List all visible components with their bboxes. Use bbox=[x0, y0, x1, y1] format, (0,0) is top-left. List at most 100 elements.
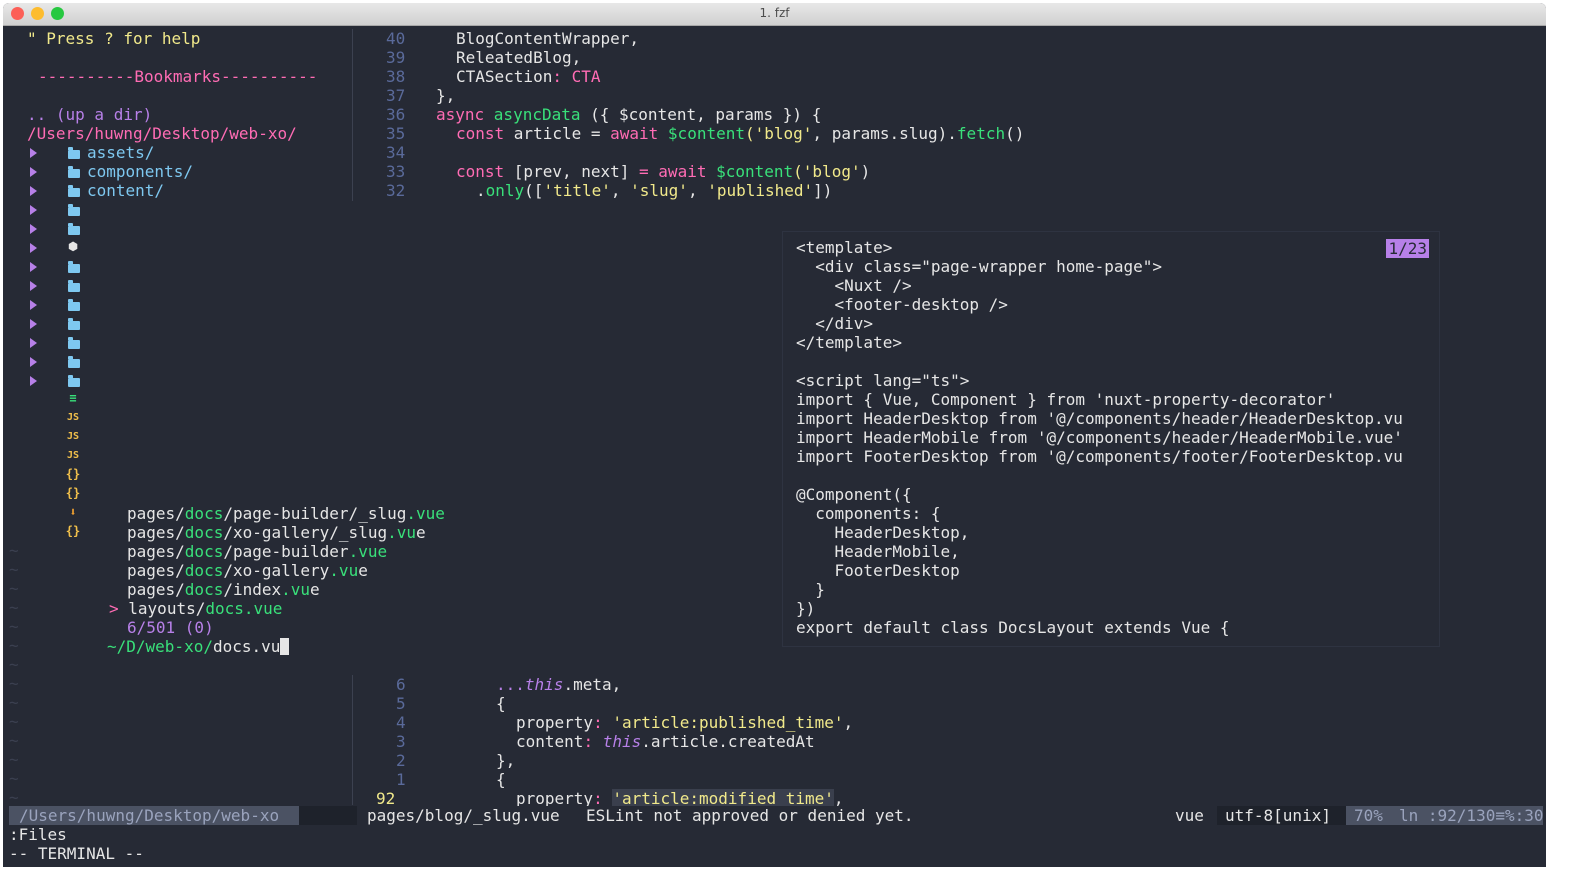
folder-icon bbox=[68, 375, 80, 387]
empty-line-marker: ~ bbox=[9, 731, 19, 750]
json-file-icon: {} bbox=[65, 524, 81, 538]
preview-line: </div> bbox=[796, 314, 874, 333]
nerdtree-folder-assets[interactable]: assets/ bbox=[87, 143, 154, 162]
expand-arrow-icon[interactable] bbox=[30, 186, 37, 196]
nerdtree-root[interactable]: /Users/huwng/Desktop/web-xo/ bbox=[27, 124, 297, 143]
empty-line-marker: ~ bbox=[9, 617, 19, 636]
fzf-query: docs.vu bbox=[212, 637, 281, 656]
code-line: ReleatedBlog, bbox=[456, 48, 582, 67]
preview-line: import HeaderDesktop from '@/components/… bbox=[796, 409, 1403, 428]
code-line: BlogContentWrapper, bbox=[456, 29, 640, 48]
split-divider[interactable] bbox=[352, 675, 353, 805]
expand-arrow-icon[interactable] bbox=[30, 281, 37, 291]
expand-arrow-icon[interactable] bbox=[30, 205, 37, 215]
fzf-result[interactable]: pages/docs/xo-gallery.vue bbox=[127, 561, 368, 580]
fzf-result[interactable]: pages/docs/xo-gallery/_slug.vue bbox=[127, 523, 426, 542]
nerdtree-folder-content[interactable]: content/ bbox=[87, 181, 164, 200]
preview-line: HeaderMobile, bbox=[796, 542, 960, 561]
empty-line-marker: ~ bbox=[9, 541, 19, 560]
code-line: }, bbox=[436, 86, 456, 105]
fzf-result[interactable]: pages/docs/page-builder.vue bbox=[127, 542, 387, 561]
split-divider[interactable] bbox=[352, 29, 353, 201]
fzf-count: 6/501 (0) bbox=[127, 618, 214, 637]
preview-position-badge: 1/23 bbox=[1386, 239, 1429, 258]
code-line: CTASection: CTA bbox=[456, 67, 601, 86]
expand-arrow-icon[interactable] bbox=[30, 148, 37, 158]
fzf-selected-result[interactable]: > layouts/docs.vue bbox=[109, 599, 282, 618]
fzf-result[interactable]: pages/docs/index.vue bbox=[127, 580, 320, 599]
fzf-result[interactable]: pages/docs/page-builder/_slug.vue bbox=[127, 504, 445, 523]
code-line: const [prev, next] = await $content('blo… bbox=[456, 162, 871, 181]
preview-line: <div class="page-wrapper home-page"> bbox=[796, 257, 1163, 276]
js-file-icon: JS bbox=[66, 431, 80, 442]
folder-icon bbox=[68, 204, 80, 216]
code-line: async asyncData ({ $content, params }) { bbox=[436, 105, 822, 124]
folder-icon bbox=[68, 280, 80, 292]
expand-arrow-icon[interactable] bbox=[30, 262, 37, 272]
expand-arrow-icon[interactable] bbox=[30, 338, 37, 348]
status-encoding: utf-8[unix] bbox=[1225, 806, 1331, 825]
line-number: 34 bbox=[386, 143, 406, 162]
mode-indicator: -- TERMINAL -- bbox=[9, 844, 144, 863]
preview-line: } bbox=[796, 580, 825, 599]
line-number: 2 bbox=[396, 751, 406, 770]
status-position: ln :92/130≡%:30 bbox=[1399, 806, 1544, 825]
command-line[interactable]: :Files bbox=[9, 825, 67, 844]
expand-arrow-icon[interactable] bbox=[30, 300, 37, 310]
json-file-icon: {} bbox=[65, 467, 81, 481]
empty-line-marker: ~ bbox=[9, 579, 19, 598]
folder-icon bbox=[68, 337, 80, 349]
preview-line: @Component({ bbox=[796, 485, 912, 504]
expand-arrow-icon[interactable] bbox=[30, 376, 37, 386]
preview-line: <template> bbox=[796, 238, 893, 257]
empty-line-marker: ~ bbox=[9, 788, 19, 807]
preview-line: <footer-desktop /> bbox=[796, 295, 1008, 314]
status-cwd: /Users/huwng/Desktop/web-xo bbox=[19, 806, 280, 825]
folder-icon bbox=[68, 166, 80, 178]
preview-line: components: { bbox=[796, 504, 941, 523]
nerdtree-help: " Press ? for help bbox=[27, 29, 201, 48]
js-file-icon: JS bbox=[66, 412, 80, 423]
folder-icon bbox=[68, 356, 80, 368]
nerdtree-folder-components[interactable]: components/ bbox=[87, 162, 193, 181]
expand-arrow-icon[interactable] bbox=[30, 167, 37, 177]
preview-line: }) bbox=[796, 599, 816, 618]
line-number: 35 bbox=[386, 124, 406, 143]
code-line: { bbox=[496, 770, 506, 789]
line-number: 36 bbox=[386, 105, 406, 124]
code-line: .only(['title', 'slug', 'published']) bbox=[476, 181, 833, 200]
line-number: 4 bbox=[396, 713, 406, 732]
line-number: 33 bbox=[386, 162, 406, 181]
code-line: ...this.meta, bbox=[496, 675, 622, 694]
preview-line: import { Vue, Component } from 'nuxt-pro… bbox=[796, 390, 1336, 409]
preview-line: import FooterDesktop from '@/components/… bbox=[796, 447, 1403, 466]
line-number: 39 bbox=[386, 48, 406, 67]
expand-arrow-icon[interactable] bbox=[30, 357, 37, 367]
code-line: { bbox=[496, 694, 506, 713]
expand-arrow-icon[interactable] bbox=[30, 319, 37, 329]
empty-line-marker: ~ bbox=[9, 769, 19, 788]
line-number: 32 bbox=[386, 181, 406, 200]
nerdtree-bookmarks-header: ----------Bookmarks---------- bbox=[38, 67, 318, 86]
empty-line-marker: ~ bbox=[9, 636, 19, 655]
nerdtree-up-dir[interactable]: .. (up a dir) bbox=[27, 105, 152, 124]
node-modules-icon: ⬢ bbox=[68, 240, 78, 253]
expand-arrow-icon[interactable] bbox=[30, 243, 37, 253]
fzf-prompt[interactable]: ~/D/web-xo/docs.vu bbox=[107, 637, 290, 656]
folder-icon bbox=[68, 185, 80, 197]
empty-line-marker: ~ bbox=[9, 750, 19, 769]
folder-icon bbox=[68, 318, 80, 330]
folder-icon bbox=[68, 261, 80, 273]
folder-icon bbox=[68, 299, 80, 311]
lock-file-icon: ⬇ bbox=[69, 505, 77, 519]
line-number: 37 bbox=[386, 86, 406, 105]
preview-line: export default class DocsLayout extends … bbox=[796, 618, 1230, 637]
expand-arrow-icon[interactable] bbox=[30, 224, 37, 234]
empty-line-marker: ~ bbox=[9, 693, 19, 712]
status-message: ESLint not approved or denied yet. bbox=[586, 806, 914, 825]
status-percent: 70% bbox=[1354, 806, 1383, 825]
code-line: const article = await $content('blog', p… bbox=[456, 124, 1025, 143]
code-line: content: this.article.createdAt bbox=[516, 732, 815, 751]
line-number: 6 bbox=[396, 675, 406, 694]
line-number: 1 bbox=[396, 770, 406, 789]
